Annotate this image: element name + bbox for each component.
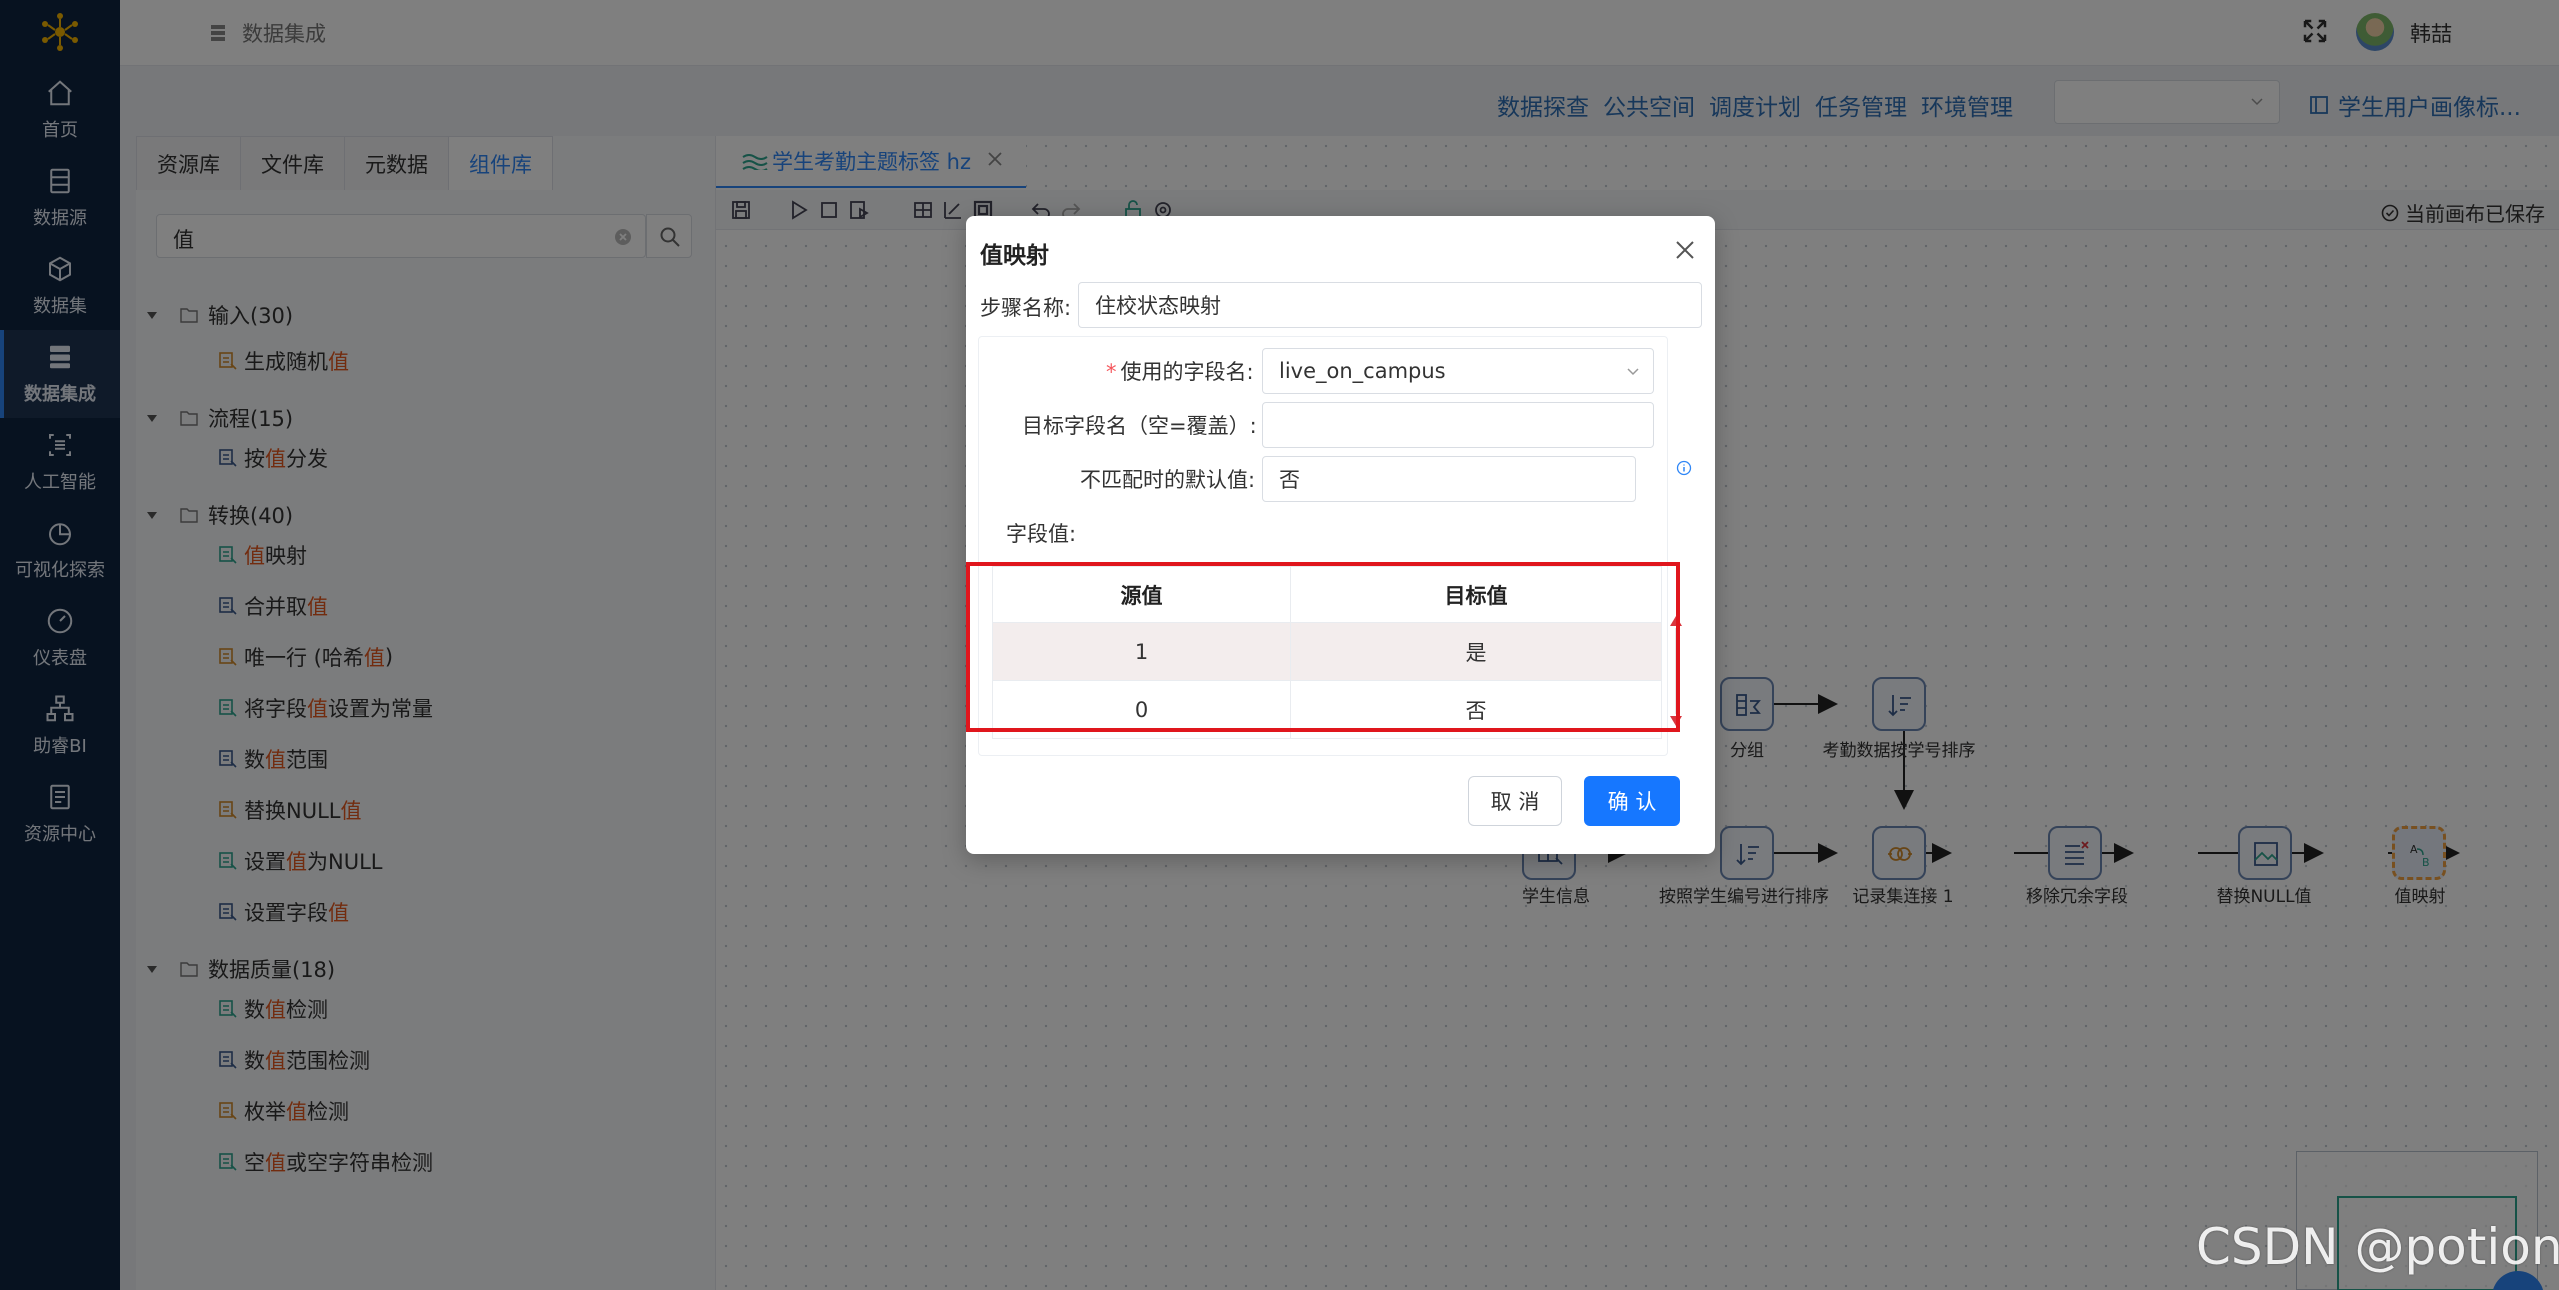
default-value-input[interactable]: 否 xyxy=(1262,456,1636,502)
step-name-label: 步骤名称: xyxy=(980,296,1072,320)
dialog-title: 值映射 xyxy=(980,243,1049,269)
annotation-highlight xyxy=(966,562,1680,732)
default-value-label: 不匹配时的默认值: xyxy=(1080,468,1256,492)
field-name-value: live_on_campus xyxy=(1279,359,1446,383)
target-field-input[interactable] xyxy=(1262,402,1654,448)
target-field-label: 目标字段名（空=覆盖）: xyxy=(1022,414,1257,438)
confirm-button[interactable]: 确 认 xyxy=(1584,776,1680,826)
step-name-input[interactable]: 住校状态映射 xyxy=(1078,282,1702,328)
default-value: 否 xyxy=(1279,468,1300,492)
field-name-select[interactable]: live_on_campus xyxy=(1262,348,1654,394)
cancel-button[interactable]: 取 消 xyxy=(1468,776,1562,826)
field-values-label: 字段值: xyxy=(1006,522,1077,546)
step-name-value: 住校状态映射 xyxy=(1095,294,1221,318)
close-icon[interactable] xyxy=(1673,238,1697,262)
value-mapper-dialog: 值映射 步骤名称: 住校状态映射 * 使用的字段名: live_on_campus… xyxy=(966,216,1715,854)
field-name-label: * 使用的字段名: xyxy=(1106,356,1254,386)
required-mark: * xyxy=(1106,360,1117,384)
info-icon[interactable] xyxy=(1676,460,1692,476)
chevron-down-icon xyxy=(1627,368,1639,376)
watermark: CSDN @potion() xyxy=(2196,1218,2559,1276)
field-name-label-text: 使用的字段名: xyxy=(1120,360,1254,384)
